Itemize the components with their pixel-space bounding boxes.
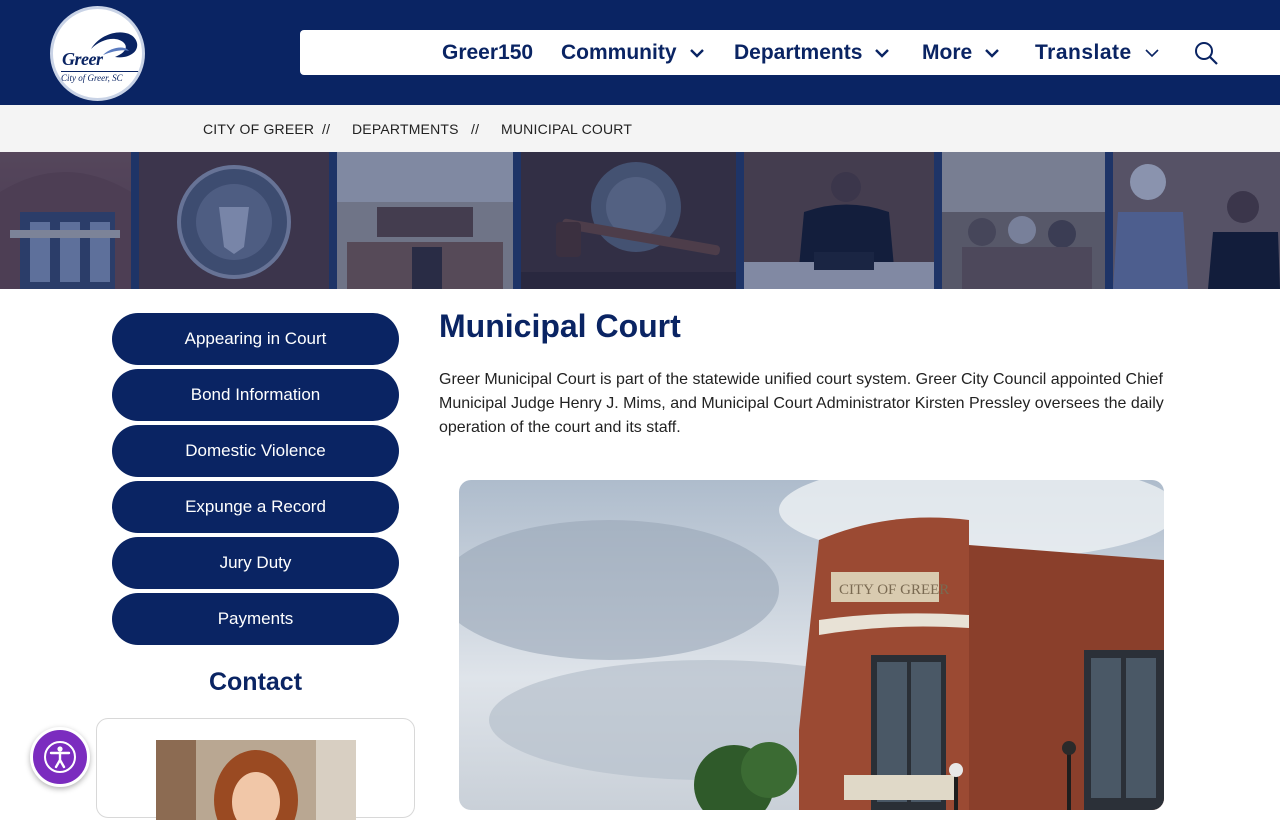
- banner-meeting-photo: [1113, 152, 1280, 289]
- sidebar-link-jury-duty[interactable]: Jury Duty: [112, 537, 399, 589]
- banner-audience-photo: [942, 152, 1105, 289]
- courthouse-photo: CITY OF GREER: [459, 480, 1164, 810]
- breadcrumb-separator: //: [322, 121, 331, 137]
- site-header: Greer City of Greer, SC Greer150 Communi…: [0, 0, 1280, 105]
- banner-judge-photo: [744, 152, 934, 289]
- hero-banner: [0, 152, 1280, 289]
- building-sign-text: CITY OF GREER: [839, 582, 949, 598]
- nav-label: Greer150: [442, 40, 534, 64]
- sidebar-link-domestic-violence[interactable]: Domestic Violence: [112, 425, 399, 477]
- chevron-down-icon: [875, 48, 890, 58]
- sidebar-link-appearing-in-court[interactable]: Appearing in Court: [112, 313, 399, 365]
- accessibility-icon: [44, 741, 76, 773]
- main-nav: Greer150 Community Departments More Tran…: [300, 30, 1280, 75]
- nav-label: Departments: [734, 40, 863, 64]
- banner-building-photo: [0, 152, 131, 289]
- nav-more[interactable]: More: [922, 30, 1000, 75]
- nav-translate[interactable]: Translate: [1035, 30, 1160, 75]
- chevron-down-icon: [985, 48, 1000, 58]
- nav-label: More: [922, 40, 973, 64]
- search-icon[interactable]: [1193, 40, 1219, 66]
- contact-photo: [156, 740, 356, 820]
- intro-paragraph: Greer Municipal Court is part of the sta…: [439, 371, 1164, 436]
- page-title: Municipal Court: [439, 308, 681, 344]
- sidebar-link-payments[interactable]: Payments: [112, 593, 399, 645]
- sidebar-link-expunge-a-record[interactable]: Expunge a Record: [112, 481, 399, 533]
- banner-courtroom-photo: [337, 152, 513, 289]
- breadcrumb-current: MUNICIPAL COURT: [501, 121, 633, 137]
- breadcrumb-departments[interactable]: DEPARTMENTS: [352, 121, 459, 137]
- nav-label: Translate: [1035, 40, 1132, 64]
- breadcrumb: CITY OF GREER // DEPARTMENTS // MUNICIPA…: [0, 105, 1280, 152]
- city-logo[interactable]: Greer City of Greer, SC: [50, 6, 145, 101]
- contact-heading: Contact: [208, 668, 303, 696]
- sidebar-link-bond-information[interactable]: Bond Information: [112, 369, 399, 421]
- nav-departments[interactable]: Departments: [734, 30, 890, 75]
- nav-label: Community: [561, 40, 677, 64]
- banner-gavel-photo: [521, 152, 736, 289]
- nav-greer150[interactable]: Greer150: [442, 30, 533, 75]
- nav-community[interactable]: Community: [561, 30, 705, 75]
- chevron-down-icon: [1145, 48, 1159, 57]
- breadcrumb-city-of-greer[interactable]: CITY OF GREER: [203, 121, 314, 137]
- chevron-down-icon: [689, 48, 704, 58]
- logo-subtitle: City of Greer, SC: [61, 71, 139, 83]
- logo-wordmark: Greer: [62, 49, 103, 69]
- banner-seal-photo: [139, 152, 329, 289]
- accessibility-button[interactable]: [30, 727, 90, 787]
- contact-card: [96, 718, 415, 820]
- breadcrumb-separator: //: [471, 121, 480, 137]
